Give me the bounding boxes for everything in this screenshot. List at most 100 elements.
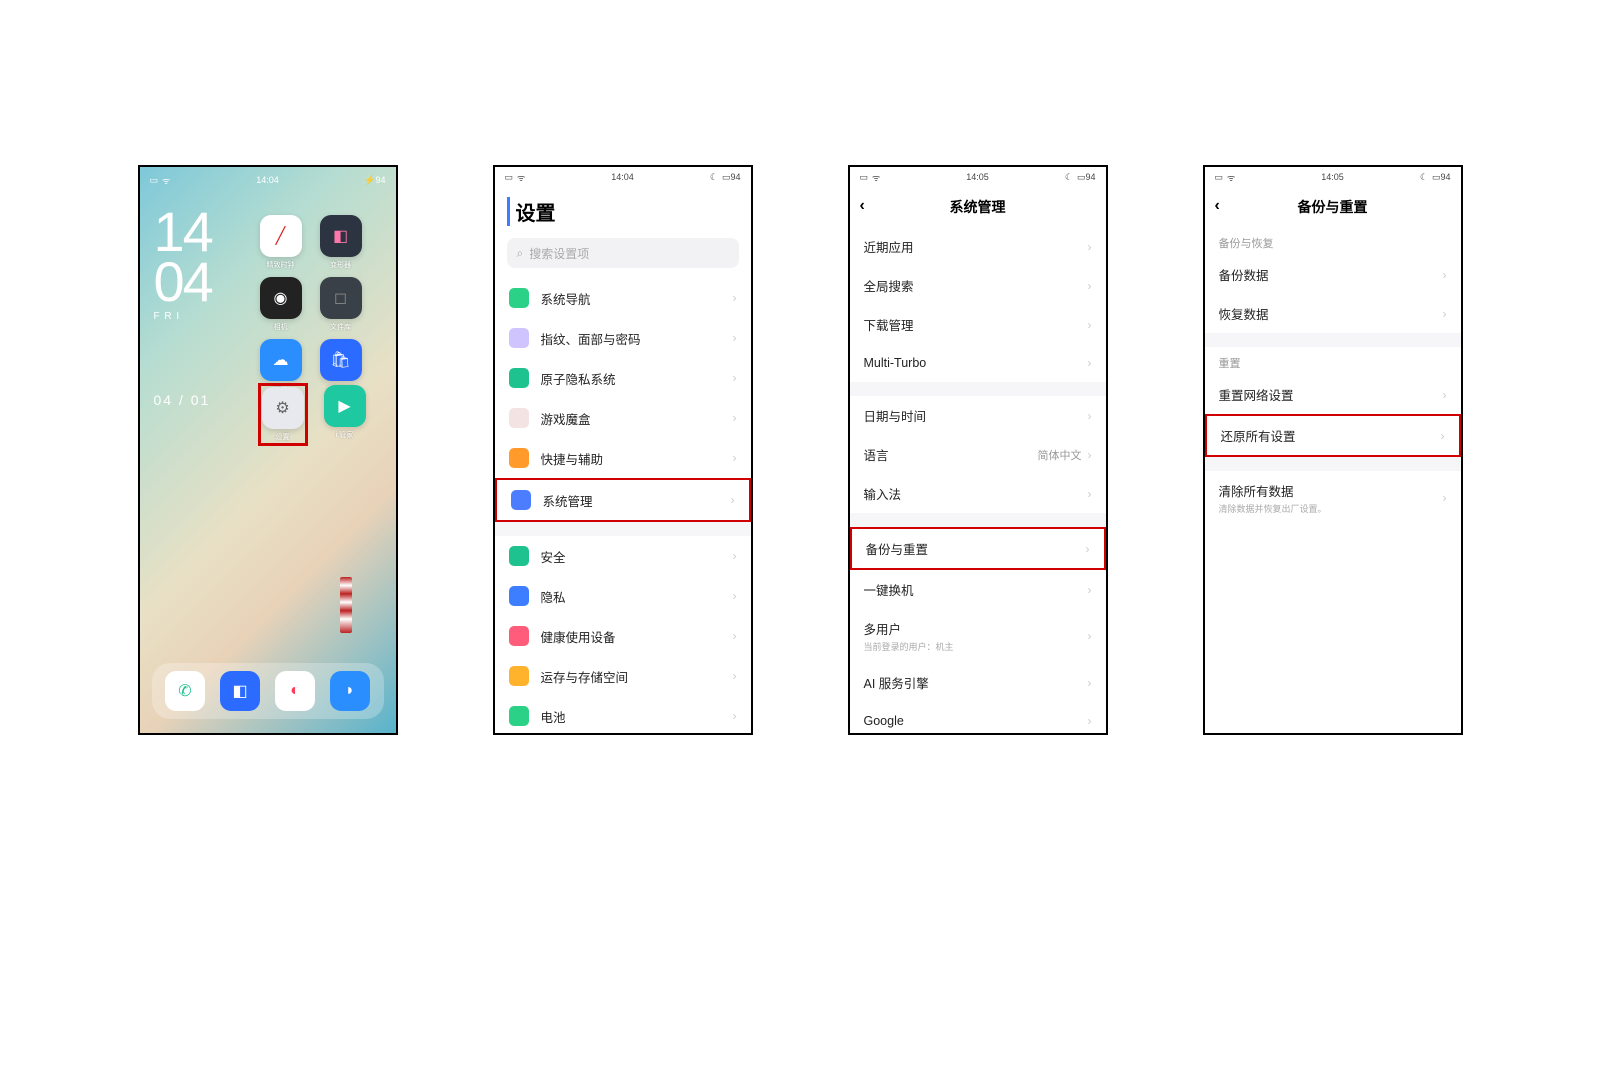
chevron-right-icon: ›	[1088, 583, 1092, 597]
row-backup-reset[interactable]: 备份与重置›	[850, 527, 1106, 570]
row-storage[interactable]: 运存与存储空间›	[495, 656, 751, 696]
chevron-right-icon: ›	[1088, 318, 1092, 332]
row-global-search[interactable]: 全局搜索›	[850, 266, 1106, 305]
row-system-nav[interactable]: 系统导航›	[495, 278, 751, 318]
back-button[interactable]: ‹	[860, 197, 865, 215]
home-wallpaper: ▭ᯤ 14:04 ⚡94 14 04 F R I 04 / 01 ╱精致时钟 ◧…	[140, 167, 396, 733]
chevron-right-icon: ›	[1441, 429, 1445, 443]
chevron-right-icon: ›	[1443, 491, 1447, 505]
chevron-right-icon: ›	[733, 291, 737, 305]
section-gap	[1205, 457, 1461, 471]
status-time: 14:04	[495, 172, 751, 182]
chevron-right-icon: ›	[733, 411, 737, 425]
row-phone-clone[interactable]: 一键换机›	[850, 570, 1106, 609]
app-transformer[interactable]: ◧变形器	[320, 215, 362, 270]
chevron-right-icon: ›	[1088, 448, 1092, 462]
chevron-right-icon: ›	[1088, 279, 1092, 293]
app-files[interactable]: ◻文件库	[320, 277, 362, 332]
chevron-right-icon: ›	[733, 629, 737, 643]
status-bar: ▭ᯤ 14:05 ☾▭94	[1205, 167, 1461, 187]
phone-home: ▭ᯤ 14:04 ⚡94 14 04 F R I 04 / 01 ╱精致时钟 ◧…	[138, 165, 398, 735]
row-game-box[interactable]: 游戏魔盒›	[495, 398, 751, 438]
row-backup-data[interactable]: 备份数据›	[1205, 255, 1461, 294]
dock-browser[interactable]: ◗	[330, 671, 370, 711]
lighthouse-decoration	[340, 577, 352, 633]
search-placeholder: 搜索设置项	[529, 245, 589, 262]
header: ‹ 系统管理	[850, 187, 1106, 227]
dock-messages[interactable]: ◧	[220, 671, 260, 711]
row-privacy[interactable]: 隐私›	[495, 576, 751, 616]
status-bar: ▭ᯤ 14:04 ☾▭94	[495, 167, 751, 187]
dock-phone[interactable]: ✆	[165, 671, 205, 711]
row-health[interactable]: 健康使用设备›	[495, 616, 751, 656]
status-bar: ▭ᯤ 14:04 ⚡94	[140, 170, 396, 190]
row-atom-privacy[interactable]: 原子隐私系统›	[495, 358, 751, 398]
row-google[interactable]: Google›	[850, 702, 1106, 735]
chevron-right-icon: ›	[1088, 356, 1092, 370]
chevron-right-icon: ›	[731, 493, 735, 507]
section-gap	[850, 513, 1106, 527]
chevron-right-icon: ›	[733, 709, 737, 723]
row-multi-user[interactable]: 多用户当前登录的用户：机主›	[850, 609, 1106, 663]
row-download-manage[interactable]: 下载管理›	[850, 305, 1106, 344]
phone-settings: ▭ᯤ 14:04 ☾▭94 设置 ⌕ 搜索设置项 系统导航› 指纹、面部与密码›…	[493, 165, 753, 735]
chevron-right-icon: ›	[1088, 240, 1092, 254]
app-settings[interactable]: ⚙设置	[260, 385, 306, 444]
chevron-right-icon: ›	[1088, 714, 1092, 728]
chevron-right-icon: ›	[1088, 629, 1092, 643]
row-input-method[interactable]: 输入法›	[850, 474, 1106, 513]
status-time: 14:04	[140, 175, 396, 185]
row-restore-data[interactable]: 恢复数据›	[1205, 294, 1461, 333]
dock-music[interactable]: ◐	[275, 671, 315, 711]
app-imanager[interactable]: ▶i 管家	[324, 385, 366, 444]
row-fingerprint[interactable]: 指纹、面部与密码›	[495, 318, 751, 358]
status-time: 14:05	[1205, 172, 1461, 182]
chevron-right-icon: ›	[733, 549, 737, 563]
row-date-time[interactable]: 日期与时间›	[850, 396, 1106, 435]
row-security[interactable]: 安全›	[495, 536, 751, 576]
section-gap	[495, 522, 751, 536]
row-system-manage[interactable]: 系统管理›	[495, 478, 751, 522]
clock-minutes: 04	[154, 257, 212, 307]
chevron-right-icon: ›	[1443, 268, 1447, 282]
row-quick-assist[interactable]: 快捷与辅助›	[495, 438, 751, 478]
status-bar: ▭ᯤ 14:05 ☾▭94	[850, 167, 1106, 187]
header: 设置	[495, 187, 751, 232]
home-clock: 14 04 F R I	[154, 207, 212, 321]
gear-icon: ⚙	[275, 398, 289, 418]
row-reset-network[interactable]: 重置网络设置›	[1205, 375, 1461, 414]
row-recent-apps[interactable]: 近期应用›	[850, 227, 1106, 266]
chevron-right-icon: ›	[733, 451, 737, 465]
section-reset: 重置	[1205, 347, 1461, 375]
back-button[interactable]: ‹	[1215, 197, 1220, 215]
status-time: 14:05	[850, 172, 1106, 182]
row-ai-engine[interactable]: AI 服务引擎›	[850, 663, 1106, 702]
page-title: 系统管理	[950, 197, 1006, 217]
sysman-list: 近期应用› 全局搜索› 下载管理› Multi-Turbo› 日期与时间› 语言…	[850, 227, 1106, 735]
app-camera[interactable]: ◉相机	[260, 277, 302, 332]
section-gap	[1205, 333, 1461, 347]
chevron-right-icon: ›	[1086, 542, 1090, 556]
chevron-right-icon: ›	[1443, 307, 1447, 321]
header: ‹ 备份与重置	[1205, 187, 1461, 227]
app-clock[interactable]: ╱精致时钟	[260, 215, 302, 270]
row-multi-turbo[interactable]: Multi-Turbo›	[850, 344, 1106, 382]
page-title: 设置	[507, 197, 739, 226]
row-battery[interactable]: 电池›	[495, 696, 751, 735]
chevron-right-icon: ›	[1088, 676, 1092, 690]
phone-backup-reset: ▭ᯤ 14:05 ☾▭94 ‹ 备份与重置 备份与恢复 备份数据› 恢复数据› …	[1203, 165, 1463, 735]
chevron-right-icon: ›	[1088, 487, 1092, 501]
page-title: 备份与重置	[1298, 197, 1368, 217]
row-restore-all-settings[interactable]: 还原所有设置›	[1205, 414, 1461, 457]
phone-system-manage: ▭ᯤ 14:05 ☾▭94 ‹ 系统管理 近期应用› 全局搜索› 下载管理› M…	[848, 165, 1108, 735]
dock: ✆ ◧ ◐ ◗	[152, 663, 384, 719]
row-erase-all-data[interactable]: 清除所有数据清除数据并恢复出厂设置。›	[1205, 471, 1461, 525]
row-language[interactable]: 语言简体中文›	[850, 435, 1106, 474]
settings-list: 系统导航› 指纹、面部与密码› 原子隐私系统› 游戏魔盒› 快捷与辅助› 系统管…	[495, 278, 751, 735]
chevron-right-icon: ›	[1443, 388, 1447, 402]
chevron-right-icon: ›	[733, 669, 737, 683]
search-input[interactable]: ⌕ 搜索设置项	[507, 238, 739, 268]
chevron-right-icon: ›	[733, 589, 737, 603]
chevron-right-icon: ›	[1088, 409, 1092, 423]
section-gap	[850, 382, 1106, 396]
